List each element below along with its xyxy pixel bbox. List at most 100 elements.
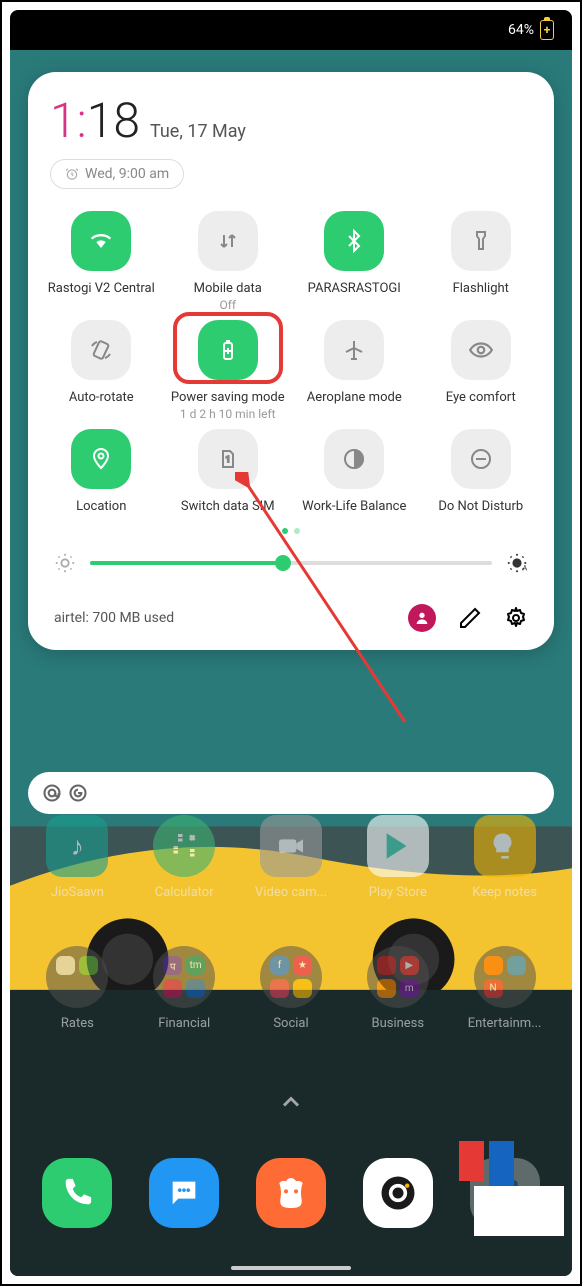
eye-comfort-label: Eye comfort xyxy=(446,390,516,407)
app-jiosaavn[interactable]: ♪ JioSaavn xyxy=(28,815,127,900)
messages-icon xyxy=(149,1158,219,1228)
wifi-icon xyxy=(71,211,131,271)
status-bar: 64% xyxy=(10,10,572,50)
folder-business[interactable]: ▶ m Business xyxy=(348,946,447,1031)
qs-tile-auto-rotate[interactable]: Auto-rotate xyxy=(42,320,161,421)
folder-social[interactable]: f ★ Social xyxy=(242,946,341,1031)
page-indicator xyxy=(42,528,540,534)
power-saving-icon xyxy=(198,320,258,380)
chevron-up-icon[interactable] xyxy=(277,1088,305,1116)
social-folder-icon: f ★ xyxy=(260,946,322,1008)
footer-actions xyxy=(408,604,528,632)
clock-time: 1:18 xyxy=(50,92,140,149)
battery-icon xyxy=(540,20,554,40)
flashlight-icon xyxy=(451,211,511,271)
keep-notes-icon xyxy=(474,815,536,877)
folder-financial[interactable]: प tm Financial xyxy=(135,946,234,1031)
edit-button[interactable] xyxy=(458,606,482,630)
work-life-label: Work-Life Balance xyxy=(302,499,406,516)
folder-entertainment[interactable]: N Entertainm... xyxy=(455,946,554,1031)
auto-rotate-label: Auto-rotate xyxy=(69,390,134,407)
svg-text:A: A xyxy=(523,563,528,572)
phone-frame: 64% 1:18 Tue, 17 May Wed, 9:00 am xyxy=(10,10,572,1276)
qs-tile-power-saving[interactable]: Power saving mode 1 d 2 h 10 min left xyxy=(169,320,288,421)
play-store-icon xyxy=(367,815,429,877)
camera-icon xyxy=(363,1158,433,1228)
social-label: Social xyxy=(273,1016,308,1031)
entertainment-folder-icon: N xyxy=(474,946,536,1008)
switch-sim-label: Switch data SIM xyxy=(181,499,275,516)
folder-rates[interactable]: Rates xyxy=(28,946,127,1031)
wifi-label: Rastogi V2 Central xyxy=(48,281,155,298)
aeroplane-icon xyxy=(324,320,384,380)
date-label: Tue, 17 May xyxy=(150,121,246,142)
switch-sim-icon: 1 xyxy=(198,429,258,489)
google-icon xyxy=(68,783,88,803)
qs-tile-bluetooth[interactable]: PARASRASTOGI xyxy=(295,211,414,312)
app-phone[interactable] xyxy=(28,1158,127,1236)
bluetooth-icon xyxy=(324,211,384,271)
power-saving-label: Power saving mode xyxy=(171,390,285,407)
brightness-auto-icon[interactable]: A xyxy=(506,552,528,574)
app-video-camera[interactable]: Video cam... xyxy=(242,815,341,900)
qs-tile-mobile-data[interactable]: Mobile data Off xyxy=(169,211,288,312)
home-row-2: Rates प tm Financial f ★ Social ▶ xyxy=(28,946,554,1031)
calculator-label: Calculator xyxy=(155,885,214,900)
location-label: Location xyxy=(76,499,126,516)
user-button[interactable] xyxy=(408,604,436,632)
logo-watermark xyxy=(454,1136,564,1236)
qs-tile-eye-comfort[interactable]: Eye comfort xyxy=(422,320,541,421)
phone-icon xyxy=(42,1158,112,1228)
time-minutes: 18 xyxy=(87,92,140,149)
time-sep: : xyxy=(77,92,87,149)
financial-folder-icon: प tm xyxy=(153,946,215,1008)
quick-settings-grid: Rastogi V2 Central Mobile data Off PARAS… xyxy=(42,211,540,516)
aeroplane-label: Aeroplane mode xyxy=(307,390,402,407)
work-life-icon xyxy=(324,429,384,489)
qs-tile-aeroplane[interactable]: Aeroplane mode xyxy=(295,320,414,421)
dnd-label: Do Not Disturb xyxy=(438,499,523,516)
app-messages[interactable] xyxy=(135,1158,234,1236)
alarm-chip[interactable]: Wed, 9:00 am xyxy=(50,159,184,189)
app-play-store[interactable]: Play Store xyxy=(348,815,447,900)
notification-panel: 1:18 Tue, 17 May Wed, 9:00 am Rastogi V2… xyxy=(28,72,554,650)
location-icon xyxy=(71,429,131,489)
app-keep-notes[interactable]: Keep notes xyxy=(455,815,554,900)
brightness-slider[interactable] xyxy=(90,561,492,565)
play-store-label: Play Store xyxy=(369,885,427,900)
bluetooth-label: PARASRASTOGI xyxy=(308,281,401,298)
qs-tile-flashlight[interactable]: Flashlight xyxy=(422,211,541,312)
app-calculator[interactable]: Calculator xyxy=(135,815,234,900)
svg-text:1: 1 xyxy=(226,455,231,464)
time-row[interactable]: 1:18 Tue, 17 May xyxy=(42,92,540,149)
rates-folder-icon xyxy=(46,946,108,1008)
mobile-data-sublabel: Off xyxy=(219,298,236,312)
business-folder-icon: ▶ m xyxy=(367,946,429,1008)
dnd-icon xyxy=(451,429,511,489)
mobile-data-label: Mobile data xyxy=(194,281,262,298)
brightness-low-icon xyxy=(54,552,76,574)
qs-tile-work-life[interactable]: Work-Life Balance xyxy=(295,429,414,516)
flashlight-label: Flashlight xyxy=(453,281,509,298)
video-camera-icon xyxy=(260,815,322,877)
slider-fill xyxy=(90,561,283,565)
app-browser[interactable] xyxy=(242,1158,341,1236)
qs-tile-switch-sim[interactable]: 1 Switch data SIM xyxy=(169,429,288,516)
qs-tile-dnd[interactable]: Do Not Disturb xyxy=(422,429,541,516)
panel-footer: airtel: 700 MB used xyxy=(42,592,540,632)
jiosaavn-label: JioSaavn xyxy=(51,885,104,900)
qs-tile-location[interactable]: Location xyxy=(42,429,161,516)
rates-label: Rates xyxy=(61,1016,94,1031)
search-bar[interactable] xyxy=(28,772,554,814)
mobile-data-icon xyxy=(198,211,258,271)
keep-notes-label: Keep notes xyxy=(472,885,537,900)
settings-button[interactable] xyxy=(504,606,528,630)
nav-bar-handle[interactable] xyxy=(231,1266,351,1270)
app-camera[interactable] xyxy=(348,1158,447,1236)
eye-comfort-icon xyxy=(451,320,511,380)
power-saving-sublabel: 1 d 2 h 10 min left xyxy=(180,407,276,421)
data-usage-label[interactable]: airtel: 700 MB used xyxy=(54,610,408,626)
time-hours: 1 xyxy=(50,92,77,149)
battery-pct: 64% xyxy=(508,22,534,38)
qs-tile-wifi[interactable]: Rastogi V2 Central xyxy=(42,211,161,312)
